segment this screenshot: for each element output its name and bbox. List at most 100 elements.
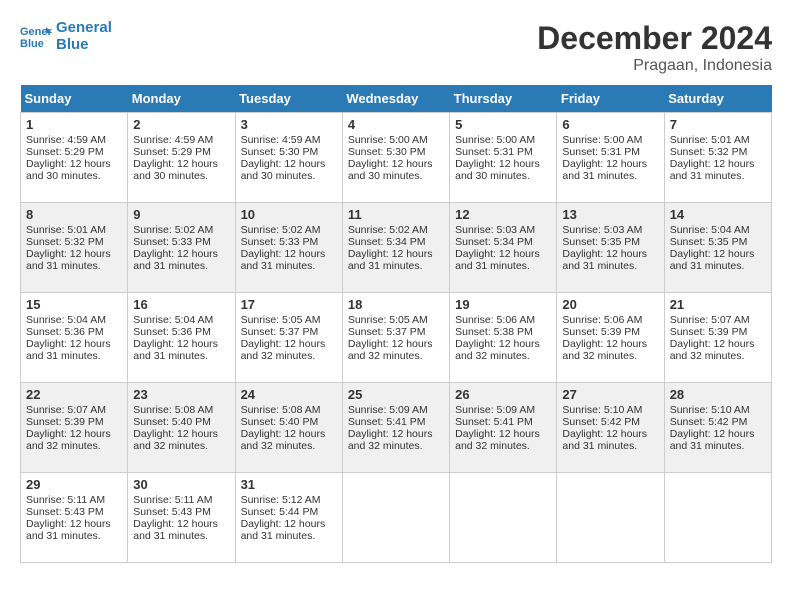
cell-line: and 31 minutes.	[562, 440, 658, 452]
cell-line: Daylight: 12 hours	[133, 248, 229, 260]
cell-line: Sunset: 5:35 PM	[670, 236, 766, 248]
cell-line: and 32 minutes.	[241, 440, 337, 452]
weekday-header-saturday: Saturday	[664, 85, 771, 113]
cell-line: Daylight: 12 hours	[348, 158, 444, 170]
cell-line: and 31 minutes.	[670, 260, 766, 272]
cell-line: Sunset: 5:35 PM	[562, 236, 658, 248]
calendar-cell: 31Sunrise: 5:12 AMSunset: 5:44 PMDayligh…	[235, 473, 342, 563]
cell-line: Sunset: 5:29 PM	[133, 146, 229, 158]
cell-line: Sunset: 5:32 PM	[26, 236, 122, 248]
day-number: 8	[26, 207, 122, 222]
cell-line: Daylight: 12 hours	[455, 428, 551, 440]
day-number: 19	[455, 297, 551, 312]
calendar-cell: 4Sunrise: 5:00 AMSunset: 5:30 PMDaylight…	[342, 113, 449, 203]
cell-line: and 31 minutes.	[562, 170, 658, 182]
cell-line: and 32 minutes.	[455, 350, 551, 362]
cell-line: Sunrise: 5:06 AM	[455, 314, 551, 326]
month-title: December 2024	[537, 20, 772, 57]
page-header: General Blue General Blue December 2024 …	[20, 20, 772, 75]
cell-line: Sunset: 5:39 PM	[670, 326, 766, 338]
day-number: 13	[562, 207, 658, 222]
calendar-week-2: 8Sunrise: 5:01 AMSunset: 5:32 PMDaylight…	[21, 203, 772, 293]
day-number: 23	[133, 387, 229, 402]
calendar-cell: 2Sunrise: 4:59 AMSunset: 5:29 PMDaylight…	[128, 113, 235, 203]
cell-line: Sunset: 5:30 PM	[348, 146, 444, 158]
calendar-cell: 15Sunrise: 5:04 AMSunset: 5:36 PMDayligh…	[21, 293, 128, 383]
cell-line: and 31 minutes.	[241, 260, 337, 272]
day-number: 3	[241, 117, 337, 132]
weekday-header-tuesday: Tuesday	[235, 85, 342, 113]
cell-line: Sunrise: 5:09 AM	[348, 404, 444, 416]
cell-line: and 31 minutes.	[133, 530, 229, 542]
cell-line: Sunset: 5:39 PM	[562, 326, 658, 338]
cell-line: Sunrise: 5:08 AM	[133, 404, 229, 416]
day-number: 1	[26, 117, 122, 132]
cell-line: Sunset: 5:30 PM	[241, 146, 337, 158]
calendar-body: 1Sunrise: 4:59 AMSunset: 5:29 PMDaylight…	[21, 113, 772, 563]
cell-line: Daylight: 12 hours	[241, 428, 337, 440]
cell-line: Daylight: 12 hours	[241, 248, 337, 260]
cell-line: and 32 minutes.	[133, 440, 229, 452]
day-number: 21	[670, 297, 766, 312]
cell-line: Sunset: 5:36 PM	[133, 326, 229, 338]
calendar-header-row: SundayMondayTuesdayWednesdayThursdayFrid…	[21, 85, 772, 113]
cell-line: Daylight: 12 hours	[133, 158, 229, 170]
cell-line: Sunrise: 5:10 AM	[562, 404, 658, 416]
calendar-cell: 5Sunrise: 5:00 AMSunset: 5:31 PMDaylight…	[450, 113, 557, 203]
calendar-cell: 20Sunrise: 5:06 AMSunset: 5:39 PMDayligh…	[557, 293, 664, 383]
cell-line: and 31 minutes.	[133, 260, 229, 272]
cell-line: and 31 minutes.	[670, 440, 766, 452]
logo-icon: General Blue	[20, 21, 52, 53]
cell-line: Sunrise: 5:02 AM	[133, 224, 229, 236]
cell-line: Sunset: 5:43 PM	[26, 506, 122, 518]
title-block: December 2024 Pragaan, Indonesia	[537, 20, 772, 75]
cell-line: Daylight: 12 hours	[455, 248, 551, 260]
cell-line: and 32 minutes.	[241, 350, 337, 362]
cell-line: Sunrise: 5:07 AM	[26, 404, 122, 416]
calendar-cell: 25Sunrise: 5:09 AMSunset: 5:41 PMDayligh…	[342, 383, 449, 473]
cell-line: and 30 minutes.	[348, 170, 444, 182]
calendar-cell: 6Sunrise: 5:00 AMSunset: 5:31 PMDaylight…	[557, 113, 664, 203]
cell-line: Sunrise: 5:12 AM	[241, 494, 337, 506]
day-number: 7	[670, 117, 766, 132]
cell-line: Sunrise: 5:01 AM	[670, 134, 766, 146]
calendar-week-4: 22Sunrise: 5:07 AMSunset: 5:39 PMDayligh…	[21, 383, 772, 473]
calendar-week-1: 1Sunrise: 4:59 AMSunset: 5:29 PMDaylight…	[21, 113, 772, 203]
cell-line: Sunset: 5:36 PM	[26, 326, 122, 338]
cell-line: and 30 minutes.	[133, 170, 229, 182]
cell-line: Sunrise: 5:00 AM	[562, 134, 658, 146]
cell-line: and 31 minutes.	[26, 260, 122, 272]
cell-line: Daylight: 12 hours	[26, 428, 122, 440]
cell-line: Daylight: 12 hours	[241, 518, 337, 530]
cell-line: and 32 minutes.	[348, 440, 444, 452]
calendar-cell: 27Sunrise: 5:10 AMSunset: 5:42 PMDayligh…	[557, 383, 664, 473]
cell-line: Sunrise: 5:05 AM	[348, 314, 444, 326]
cell-line: Sunset: 5:43 PM	[133, 506, 229, 518]
cell-line: and 32 minutes.	[670, 350, 766, 362]
cell-line: and 31 minutes.	[455, 260, 551, 272]
cell-line: Sunset: 5:34 PM	[455, 236, 551, 248]
cell-line: Sunrise: 5:09 AM	[455, 404, 551, 416]
day-number: 5	[455, 117, 551, 132]
day-number: 11	[348, 207, 444, 222]
cell-line: and 31 minutes.	[562, 260, 658, 272]
weekday-header-sunday: Sunday	[21, 85, 128, 113]
day-number: 27	[562, 387, 658, 402]
cell-line: Sunrise: 5:11 AM	[26, 494, 122, 506]
cell-line: Sunrise: 5:04 AM	[670, 224, 766, 236]
cell-line: Daylight: 12 hours	[26, 248, 122, 260]
weekday-header-monday: Monday	[128, 85, 235, 113]
cell-line: Sunrise: 5:03 AM	[455, 224, 551, 236]
cell-line: Daylight: 12 hours	[241, 338, 337, 350]
day-number: 10	[241, 207, 337, 222]
cell-line: Daylight: 12 hours	[562, 428, 658, 440]
day-number: 30	[133, 477, 229, 492]
day-number: 31	[241, 477, 337, 492]
cell-line: Daylight: 12 hours	[133, 428, 229, 440]
cell-line: Sunset: 5:41 PM	[348, 416, 444, 428]
calendar-cell: 21Sunrise: 5:07 AMSunset: 5:39 PMDayligh…	[664, 293, 771, 383]
calendar-cell	[557, 473, 664, 563]
day-number: 14	[670, 207, 766, 222]
calendar-cell: 12Sunrise: 5:03 AMSunset: 5:34 PMDayligh…	[450, 203, 557, 293]
cell-line: Sunrise: 5:04 AM	[26, 314, 122, 326]
